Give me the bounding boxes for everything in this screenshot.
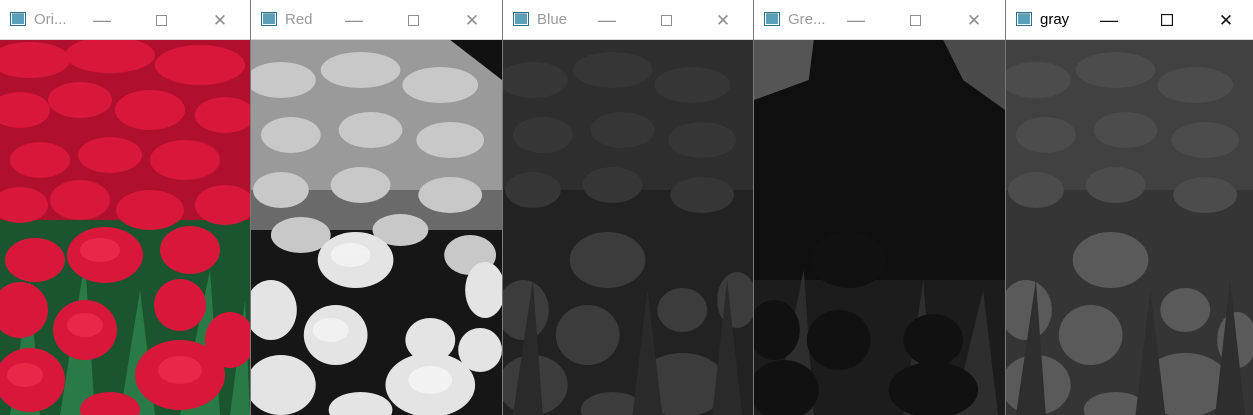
opencv-window-icon [261, 12, 277, 26]
window-green[interactable]: Gre... — ✕ [753, 0, 1005, 415]
minimize-button[interactable]: — [595, 8, 619, 32]
maximize-icon [909, 14, 921, 26]
maximize-button[interactable] [149, 8, 173, 32]
opencv-window-icon [764, 12, 780, 26]
close-button[interactable]: ✕ [1214, 8, 1238, 32]
window-gray[interactable]: gray — ✕ [1005, 0, 1253, 415]
maximize-button[interactable] [903, 8, 927, 32]
opencv-window-icon [1016, 12, 1032, 26]
window-titlebar[interactable]: Ori... — ✕ [0, 0, 250, 40]
tulip-field-image [503, 40, 753, 415]
close-button[interactable]: ✕ [208, 8, 232, 32]
window-title: gray [1040, 11, 1070, 28]
maximize-button[interactable] [654, 8, 678, 32]
close-button[interactable]: ✕ [962, 8, 986, 32]
window-titlebar[interactable]: Red — ✕ [251, 0, 502, 40]
maximize-button[interactable] [401, 8, 425, 32]
minimize-button[interactable]: — [1097, 8, 1121, 32]
window-title: Blue [537, 11, 568, 28]
maximize-icon [1161, 14, 1173, 26]
minimize-button[interactable]: — [90, 8, 114, 32]
window-titlebar[interactable]: Blue — ✕ [503, 0, 753, 40]
tulip-field-image [251, 40, 502, 415]
opencv-window-icon [10, 12, 26, 26]
window-title: Gre... [788, 11, 826, 28]
window-original[interactable]: Ori... — ✕ [0, 0, 250, 415]
window-red[interactable]: Red — ✕ [250, 0, 502, 415]
tulip-field-image [754, 40, 1005, 415]
tulip-field-image [1006, 40, 1253, 415]
maximize-icon [407, 14, 419, 26]
opencv-window-icon [513, 12, 529, 26]
maximize-button[interactable] [1155, 8, 1179, 32]
maximize-icon [660, 14, 672, 26]
window-title: Red [285, 11, 313, 28]
tulip-field-image [0, 40, 250, 415]
maximize-icon [155, 14, 167, 26]
close-button[interactable]: ✕ [460, 8, 484, 32]
window-title: Ori... [34, 11, 67, 28]
minimize-button[interactable]: — [844, 8, 868, 32]
window-titlebar[interactable]: gray — ✕ [1006, 0, 1253, 40]
minimize-button[interactable]: — [342, 8, 366, 32]
close-button[interactable]: ✕ [711, 8, 735, 32]
window-titlebar[interactable]: Gre... — ✕ [754, 0, 1005, 40]
window-blue[interactable]: Blue — ✕ [502, 0, 753, 415]
